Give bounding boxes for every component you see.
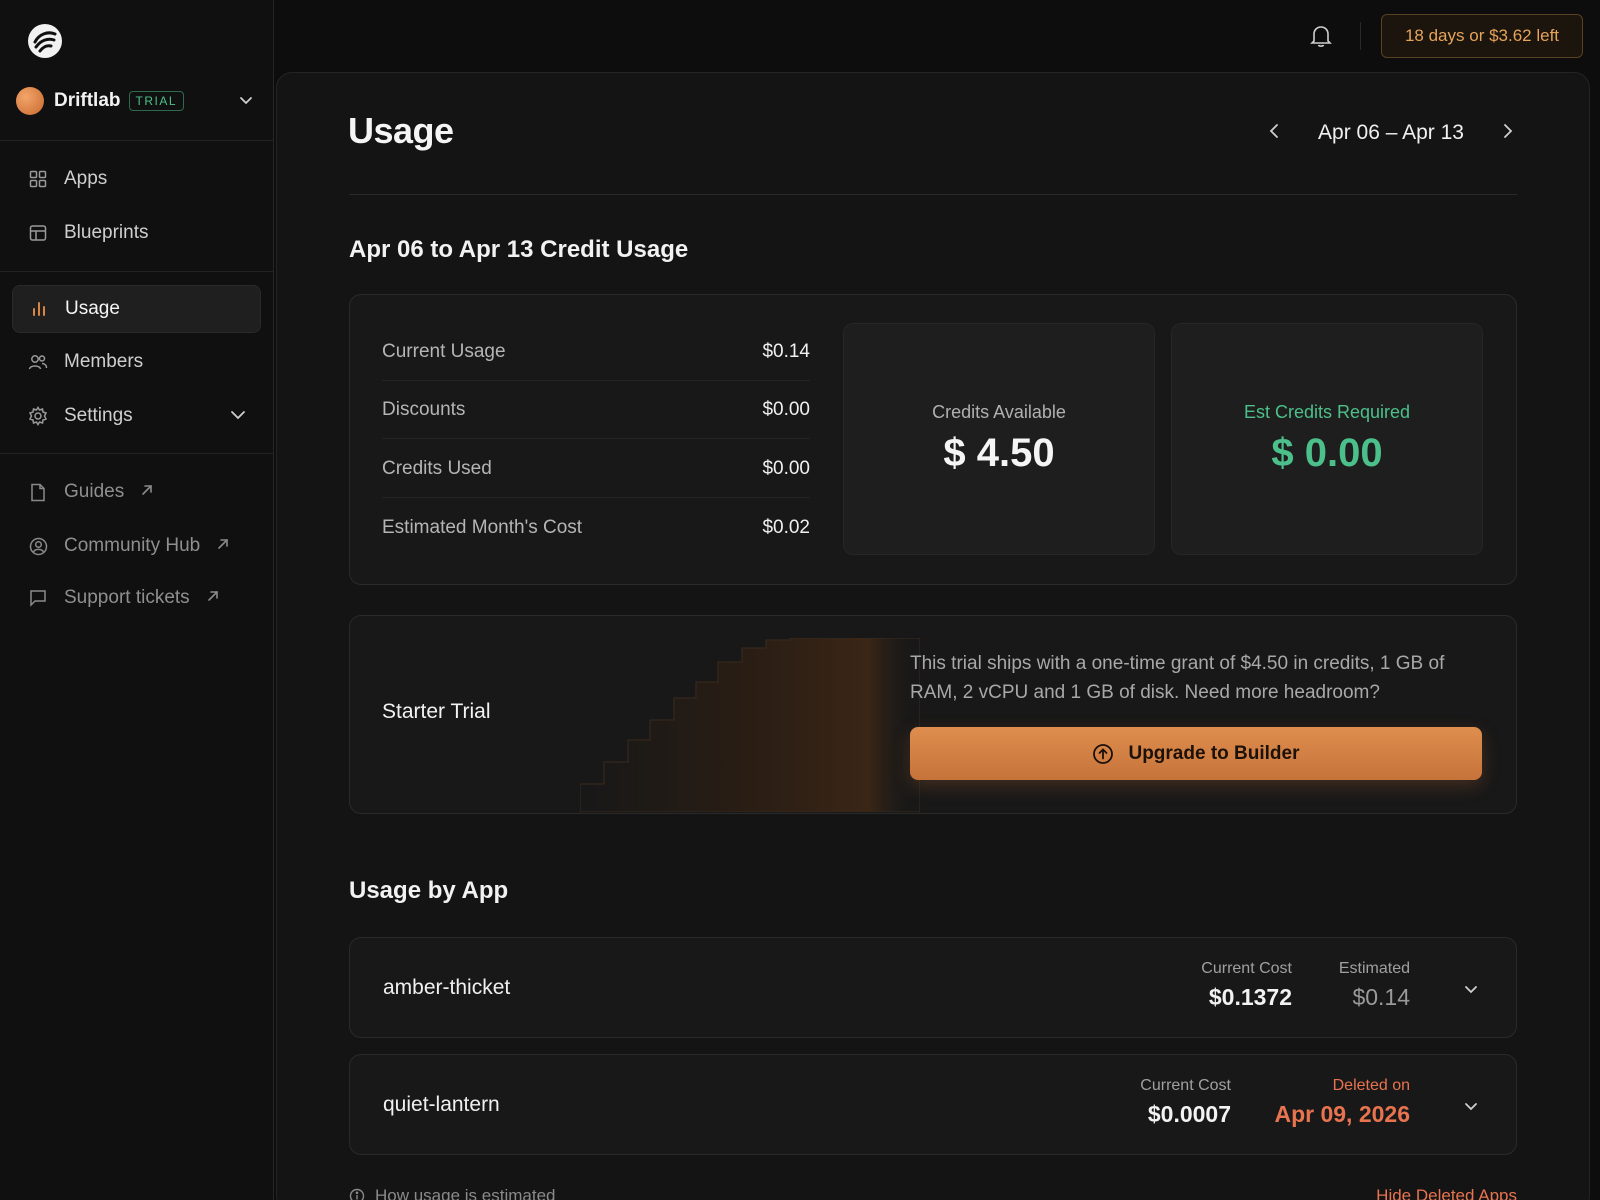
date-range-nav: Apr 06 – Apr 13 — [1266, 116, 1516, 150]
sidebar-link-guides[interactable]: Guides — [12, 468, 261, 516]
credits-available-value: $ 4.50 — [943, 431, 1055, 475]
usage-help-label: How usage is estimated — [375, 1186, 556, 1200]
stat-row-discounts: Discounts $0.00 — [382, 381, 810, 439]
sidebar-item-label: Blueprints — [64, 222, 149, 243]
sidebar-link-community-hub[interactable]: Community Hub — [12, 522, 261, 570]
sidebar-item-apps[interactable]: Apps — [12, 155, 261, 203]
chat-icon — [28, 588, 48, 608]
est-credits-required-label: Est Credits Required — [1243, 402, 1411, 422]
hide-deleted-apps-toggle[interactable]: Hide Deleted Apps — [1376, 1186, 1517, 1200]
stat-value: $0.02 — [762, 517, 810, 538]
current-cost-block: Current Cost $0.1372 — [1201, 960, 1292, 1011]
estimated-label: Estimated — [1338, 960, 1410, 977]
sidebar-divider — [0, 271, 273, 272]
page-title: Usage — [348, 110, 454, 151]
app-name: quiet-lantern — [383, 1093, 500, 1116]
sidebar-item-settings[interactable]: Settings — [12, 392, 261, 440]
sidebar-link-support-tickets[interactable]: Support tickets — [12, 574, 261, 622]
chevron-down-icon[interactable] — [1462, 1097, 1480, 1120]
current-cost-label: Current Cost — [1140, 1077, 1231, 1094]
stat-label: Credits Used — [382, 457, 492, 479]
sidebar-item-label: Settings — [64, 405, 133, 426]
gear-icon — [28, 406, 48, 426]
external-link-icon — [140, 481, 154, 503]
sidebar-item-label: Apps — [64, 168, 108, 189]
info-icon — [349, 1188, 365, 1200]
blueprint-icon — [28, 223, 48, 243]
grid-icon — [28, 169, 48, 189]
sidebar-link-label: Community Hub — [64, 535, 201, 556]
document-icon — [28, 482, 48, 502]
workspace-switcher[interactable]: Driftlab TRIAL — [16, 84, 258, 118]
workspace-avatar — [16, 87, 44, 115]
sidebar-link-label: Guides — [64, 481, 125, 502]
trial-badge: TRIAL — [128, 91, 185, 111]
estimated-value: $0.14 — [1352, 984, 1410, 1010]
credit-usage-title: Apr 06 to Apr 13 Credit Usage — [349, 236, 689, 263]
sidebar-item-usage[interactable]: Usage — [12, 285, 261, 333]
stat-row-credits-used: Credits Used $0.00 — [382, 440, 810, 498]
estimated-cost-block: Estimated $0.14 — [1339, 960, 1410, 1011]
deleted-on-label: Deleted on — [1332, 1077, 1410, 1094]
stat-label: Current Usage — [382, 340, 506, 362]
chevron-right-icon[interactable] — [1498, 122, 1516, 145]
upgrade-button[interactable]: Upgrade to Builder — [910, 727, 1482, 780]
app-row[interactable]: quiet-lantern Current Cost $0.0007 Delet… — [349, 1054, 1517, 1155]
stat-value: $0.00 — [762, 398, 810, 420]
deleted-on-value: Apr 09, 2026 — [1274, 1101, 1410, 1127]
upgrade-button-label: Upgrade to Builder — [1128, 742, 1300, 764]
sidebar: Driftlab TRIAL Apps Blueprints Usage Mem… — [0, 0, 274, 1200]
trial-status-button[interactable]: 18 days or $3.62 left — [1381, 14, 1583, 58]
credits-available-label: Credits Available — [932, 402, 1066, 422]
current-cost-block: Current Cost $0.0007 — [1140, 1077, 1231, 1128]
app-row[interactable]: amber-thicket Current Cost $0.1372 Estim… — [349, 937, 1517, 1038]
plan-card — [349, 615, 1517, 814]
stat-value: $0.00 — [762, 457, 810, 479]
chevron-down-icon — [229, 406, 247, 430]
bar-chart-icon — [29, 299, 49, 319]
driftlab-logo-icon[interactable] — [28, 24, 62, 58]
sidebar-item-label: Members — [64, 351, 144, 372]
stat-row-estimated-month-cost: Estimated Month's Cost $0.02 — [382, 499, 810, 557]
bell-icon[interactable] — [1310, 24, 1332, 53]
sidebar-item-blueprints[interactable]: Blueprints — [12, 209, 261, 257]
usage-help-link[interactable]: How usage is estimated — [349, 1186, 555, 1200]
app-name: amber-thicket — [383, 976, 511, 999]
current-cost-value: $0.1372 — [1208, 984, 1292, 1010]
sidebar-item-members[interactable]: Members — [12, 338, 261, 386]
sidebar-divider — [0, 453, 273, 454]
sidebar-link-label: Support tickets — [64, 587, 190, 608]
date-range-label: Apr 06 – Apr 13 — [1318, 121, 1464, 144]
stat-label: Discounts — [382, 398, 466, 420]
plan-description: This trial ships with a one-time grant o… — [910, 653, 1445, 703]
sidebar-item-label: Usage — [65, 298, 120, 319]
sidebar-divider — [0, 140, 273, 141]
chevron-left-icon[interactable] — [1266, 122, 1284, 145]
external-link-icon — [206, 587, 220, 609]
topbar-divider — [1360, 22, 1361, 50]
est-credits-required-value: $ 0.00 — [1271, 431, 1383, 475]
est-credits-required-box: Est Credits Required $ 0.00 — [1171, 323, 1483, 555]
deleted-on-block: Deleted on Apr 09, 2026 — [1274, 1077, 1410, 1128]
stat-value: $0.14 — [762, 340, 810, 362]
chevron-down-icon[interactable] — [1462, 980, 1480, 1003]
usage-by-app-title: Usage by App — [349, 877, 509, 904]
credits-available-box: Credits Available $ 4.50 — [843, 323, 1155, 555]
current-cost-value: $0.0007 — [1147, 1101, 1231, 1127]
arrow-up-circle-icon — [1092, 743, 1114, 765]
stat-row-current-usage: Current Usage $0.14 — [382, 323, 810, 381]
external-link-icon — [216, 535, 230, 557]
user-circle-icon — [28, 536, 48, 556]
header-divider — [349, 194, 1517, 195]
plan-name: Starter Trial — [382, 700, 491, 723]
stat-label: Estimated Month's Cost — [382, 517, 583, 538]
chevron-down-icon — [238, 92, 254, 113]
workspace-name: Driftlab — [54, 90, 121, 111]
users-icon — [28, 352, 48, 372]
decorative-stairs-graphic — [580, 638, 920, 812]
current-cost-label: Current Cost — [1201, 960, 1292, 977]
